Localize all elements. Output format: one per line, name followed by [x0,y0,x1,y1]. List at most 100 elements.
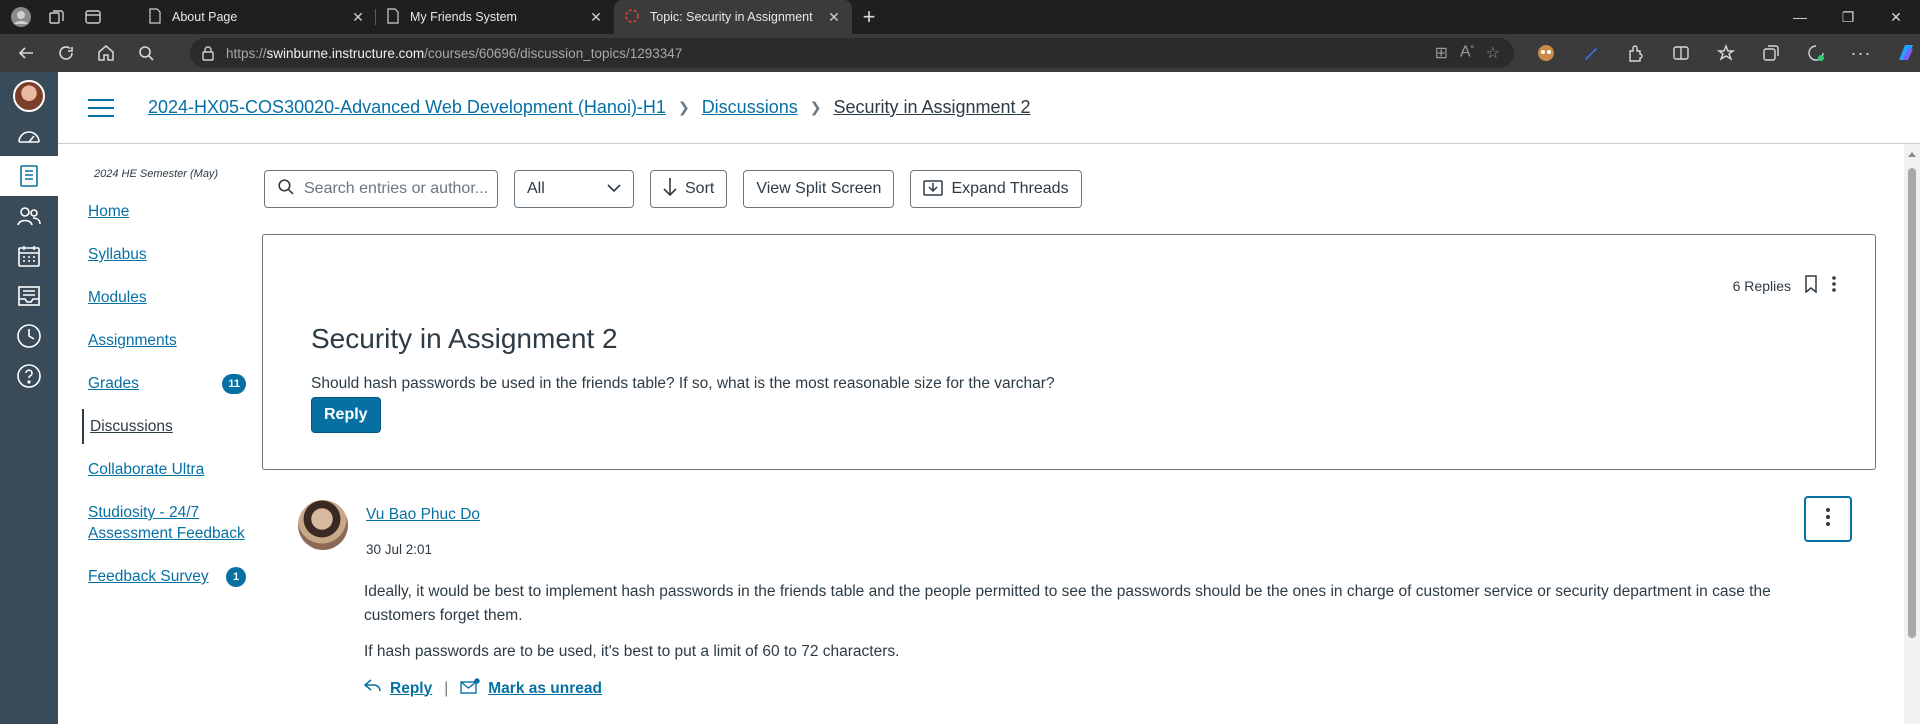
lock-icon[interactable] [190,45,226,61]
split-screen-icon[interactable] [1665,37,1697,69]
kebab-menu-icon[interactable] [1831,275,1837,296]
search-icon[interactable] [126,34,166,72]
inbox-icon[interactable] [0,276,58,316]
course-nav-assignments[interactable]: Assignments [82,323,252,358]
course-nav-label[interactable]: Discussions [90,416,246,437]
course-navigation: 2024 HE Semester (May) Home Syllabus Mod… [82,144,252,602]
groups-icon[interactable] [0,196,58,236]
term-label: 2024 HE Semester (May) [94,168,219,180]
course-nav-collaborate-ultra[interactable]: Collaborate Ultra [82,452,252,487]
expand-threads-button[interactable]: Expand Threads [910,170,1082,208]
entry-message: Ideally, it would be best to implement h… [364,580,1804,676]
bookmark-icon[interactable] [1805,275,1817,296]
reply-button[interactable]: Reply [311,397,381,433]
home-icon[interactable] [86,34,126,72]
author-link[interactable]: Vu Bao Phuc Do [366,506,480,524]
extensions-icon[interactable] [1620,37,1652,69]
new-tab-button[interactable]: + [852,0,886,34]
close-icon[interactable]: ✕ [826,9,842,25]
course-nav-label[interactable]: Grades [88,373,222,394]
favorite-star-icon[interactable]: ☆ [1486,43,1500,63]
course-nav-modules[interactable]: Modules [82,280,252,315]
address-bar[interactable]: https://swinburne.instructure.com/course… [190,38,1514,68]
workspaces-icon[interactable] [46,6,68,28]
tab-title: My Friends System [410,10,517,24]
global-navigation [0,72,58,724]
course-nav-label[interactable]: Collaborate Ultra [88,459,246,480]
back-icon[interactable] [6,34,46,72]
course-nav-discussions[interactable]: Discussions [82,409,252,444]
course-nav-label[interactable]: Home [88,201,246,222]
tab-topic-security[interactable]: Topic: Security in Assignment 2 ✕ [614,0,852,34]
search-input[interactable]: Search entries or author... [264,170,498,208]
entry-reply-link[interactable]: Reply [390,680,432,698]
discussion-topic-card: 6 Replies Security in Assignment 2 Shoul… [262,234,1876,470]
browser-essentials-icon[interactable] [1800,37,1832,69]
breadcrumb-course-link[interactable]: 2024-HX05-COS30020-Advanced Web Developm… [148,97,666,118]
unread-count-badge: 1 [226,567,246,587]
refresh-icon[interactable] [46,34,86,72]
entry-options-button[interactable] [1804,496,1852,542]
mark-as-unread-link[interactable]: Mark as unread [488,680,602,698]
extension-avatar-icon[interactable] [1530,37,1562,69]
chevron-right-icon: ❯ [677,99,690,115]
pen-extension-icon[interactable] [1575,37,1607,69]
app-available-icon[interactable]: ⊞ [1435,43,1448,63]
course-nav-home[interactable]: Home [82,194,252,229]
avatar[interactable] [298,500,348,550]
mail-icon [460,678,480,699]
page-scrollbar[interactable] [1904,144,1920,724]
sort-label: Sort [685,180,715,197]
course-nav-label[interactable]: Assignments [88,330,246,351]
page-icon [148,7,162,27]
replies-count: 6 Replies [1732,277,1791,294]
course-nav-feedback-survey[interactable]: Feedback Survey 1 [82,559,252,594]
topic-title: Security in Assignment 2 [311,323,618,354]
arrow-down-icon [663,177,677,202]
course-nav-label[interactable]: Syllabus [88,244,246,265]
calendar-icon[interactable] [0,236,58,276]
breadcrumb-current[interactable]: Security in Assignment 2 [833,97,1030,118]
course-nav-studiosity[interactable]: Studiosity - 24/7 Assessment Feedback [82,495,252,551]
course-nav-grades[interactable]: Grades 11 [82,366,252,401]
favorites-icon[interactable] [1710,37,1742,69]
tab-about-page[interactable]: About Page ✕ [138,0,376,34]
hamburger-menu-icon[interactable] [88,98,114,117]
loading-icon [624,8,640,27]
close-icon[interactable]: ✕ [588,9,604,25]
copilot-icon[interactable] [1890,37,1920,69]
view-split-screen-button[interactable]: View Split Screen [743,170,895,208]
minimize-icon[interactable]: — [1776,0,1824,34]
close-icon[interactable]: ✕ [350,9,366,25]
close-window-icon[interactable]: ✕ [1872,0,1920,34]
tab-actions-icon[interactable] [82,6,104,28]
tab-my-friends-system[interactable]: My Friends System ✕ [376,0,614,34]
scroll-up-arrow-icon[interactable] [1908,152,1916,157]
search-placeholder: Search entries or author... [304,180,489,197]
restore-icon[interactable]: ❐ [1824,0,1872,34]
course-nav-label[interactable]: Feedback Survey [88,566,226,587]
read-aloud-icon[interactable]: Aᵃ [1460,43,1474,63]
more-menu-icon[interactable]: ··· [1845,37,1877,69]
account-avatar[interactable] [0,76,58,116]
sort-button[interactable]: Sort [650,170,728,208]
expand-label: Expand Threads [951,180,1069,197]
scroll-thumb[interactable] [1908,168,1916,638]
course-nav-label[interactable]: Studiosity - 24/7 Assessment Feedback [88,502,246,544]
discussion-entry: Vu Bao Phuc Do 30 Jul 2:01 Ideally, it w… [262,486,1876,724]
tab-title: Topic: Security in Assignment 2 [650,10,816,24]
course-nav-label[interactable]: Modules [88,287,246,308]
breadcrumb-discussions-link[interactable]: Discussions [702,97,798,118]
topic-meta: 6 Replies [1733,275,1837,296]
course-nav-syllabus[interactable]: Syllabus [82,237,252,272]
courses-icon[interactable] [0,156,58,196]
page-icon [386,7,400,27]
profile-icon[interactable] [10,6,32,28]
tab-title: About Page [172,10,238,24]
filter-select[interactable]: All [514,170,634,208]
history-icon[interactable] [0,316,58,356]
help-icon[interactable] [0,356,58,396]
browser-tab-bar: About Page ✕ My Friends System ✕ Topic: … [0,0,1920,34]
dashboard-icon[interactable] [0,116,58,156]
collections-icon[interactable] [1755,37,1787,69]
